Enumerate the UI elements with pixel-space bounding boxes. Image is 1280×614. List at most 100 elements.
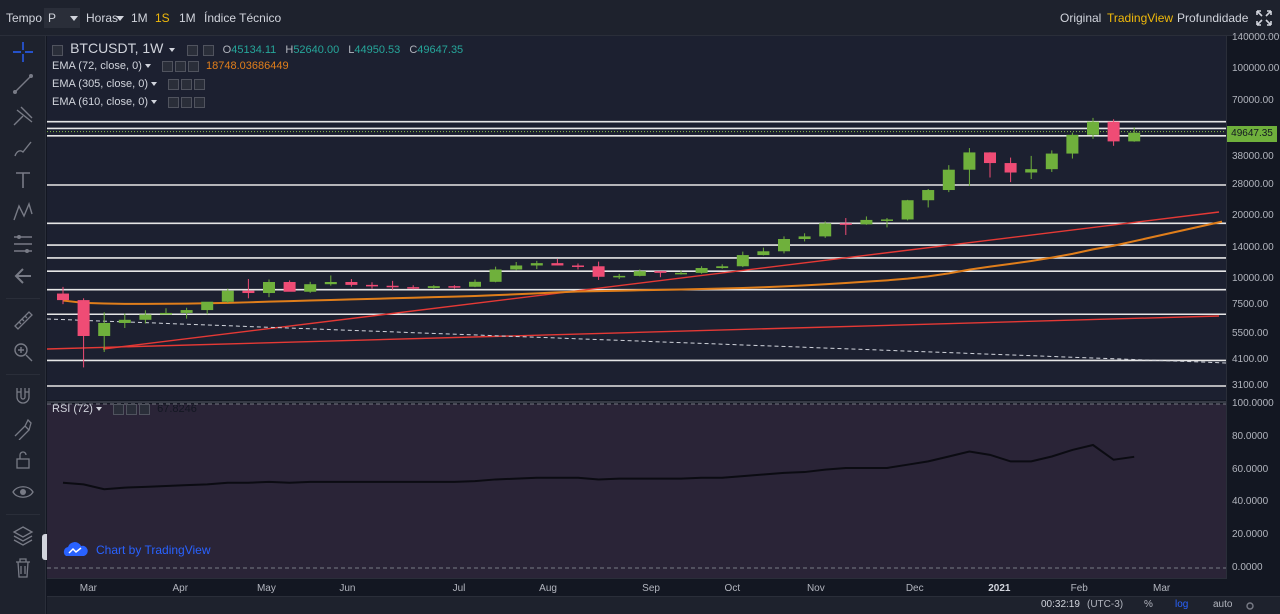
interval-1mo-button[interactable]: 1M: [175, 8, 200, 28]
interval-1m-button[interactable]: 1M: [127, 8, 152, 28]
lock-icon[interactable]: [11, 448, 35, 472]
open-label: O: [222, 44, 232, 56]
pitchfork-icon[interactable]: [11, 104, 35, 128]
rsi-settings-icon[interactable]: [126, 403, 138, 415]
trash-icon[interactable]: [11, 556, 35, 580]
open-value: 45134.11: [231, 44, 277, 56]
ema305-label[interactable]: EMA (305, close, 0): [52, 78, 148, 90]
fullscreen-icon[interactable]: [1256, 10, 1272, 26]
ema305-close-icon[interactable]: [194, 78, 206, 90]
price-chart[interactable]: [47, 36, 1227, 596]
rsi-tick-label: 100.0000: [1232, 398, 1274, 409]
symbol-title[interactable]: BTCUSDT, 1W: [70, 40, 163, 56]
ema610-eye-icon[interactable]: [168, 96, 180, 108]
trend-line-icon[interactable]: [11, 72, 35, 96]
candle-body: [324, 282, 337, 285]
candle-body: [633, 271, 646, 276]
candle-body: [963, 152, 976, 170]
candle-body: [757, 251, 770, 256]
pattern-icon[interactable]: [11, 200, 35, 224]
price-tick-label: 4100.00: [1232, 354, 1269, 366]
timezone[interactable]: (UTC-3): [1087, 599, 1123, 610]
view-depth-button[interactable]: Profundidade: [1173, 8, 1252, 28]
crosshair-icon[interactable]: [11, 40, 35, 64]
zoom-icon[interactable]: [11, 340, 35, 364]
candle-body: [592, 266, 605, 277]
view-tradingview-button[interactable]: TradingView: [1103, 8, 1177, 28]
price-tick-label: 70000.00: [1232, 95, 1274, 107]
ema72-chevron-down-icon[interactable]: [144, 64, 151, 69]
rsi-chevron-down-icon[interactable]: [95, 407, 102, 412]
rsi-tick-label: 60.0000: [1232, 463, 1269, 475]
ema305-settings-icon[interactable]: [181, 78, 193, 90]
log-scale-toggle[interactable]: log: [1175, 599, 1188, 610]
candle-body: [881, 219, 893, 221]
ema305-eye-icon[interactable]: [168, 78, 180, 90]
brush-icon[interactable]: [11, 136, 35, 160]
rsi-legend[interactable]: RSI (72) 67.8246: [52, 401, 197, 417]
high-value: 52640.00: [293, 44, 340, 56]
candle-body: [366, 284, 378, 287]
ema610-legend[interactable]: EMA (610, close, 0): [52, 94, 206, 110]
ema72-eye-icon[interactable]: [161, 60, 173, 72]
ema72-legend[interactable]: EMA (72, close, 0) 18748.03686449: [52, 58, 289, 74]
rsi-tick-label: 40.0000: [1232, 496, 1269, 508]
ema72-close-icon[interactable]: [187, 60, 199, 72]
auto-scale-toggle[interactable]: auto: [1213, 599, 1232, 610]
rsi-close-icon[interactable]: [139, 403, 151, 415]
percent-scale-toggle[interactable]: %: [1144, 599, 1153, 610]
ema610-close-icon[interactable]: [194, 96, 206, 108]
ruler-icon[interactable]: [11, 308, 35, 332]
candle-body: [654, 271, 667, 273]
candle-body: [283, 282, 296, 292]
ema72-label[interactable]: EMA (72, close, 0): [52, 60, 142, 72]
magnet-icon[interactable]: [11, 384, 35, 408]
time-tick-label: Apr: [172, 583, 189, 594]
chart-area[interactable]: [47, 36, 1227, 578]
bottom-bar: 00:32:19 (UTC-3) % log auto: [47, 596, 1280, 614]
candle-body: [716, 266, 729, 269]
price-tick-label: 140000.00: [1232, 32, 1280, 43]
settings-icon[interactable]: [202, 44, 214, 56]
toolbar-divider: [6, 374, 40, 375]
ema305-chevron-down-icon[interactable]: [151, 82, 157, 87]
candle-body: [1087, 121, 1099, 135]
rsi-label[interactable]: RSI (72): [52, 403, 93, 415]
price-tick-label: 7500.00: [1232, 299, 1269, 311]
watermark-text[interactable]: Chart by TradingView: [96, 543, 211, 557]
interval-1s-button[interactable]: 1S: [151, 8, 174, 28]
text-icon[interactable]: [11, 168, 35, 192]
view-original-button[interactable]: Original: [1056, 8, 1105, 28]
time-tick-label: Sep: [642, 583, 660, 594]
eye-toggle-icon[interactable]: [186, 44, 198, 56]
ema610-chevron-down-icon[interactable]: [151, 100, 157, 105]
collapse-legend-icon[interactable]: [52, 44, 63, 56]
price-tick-label: 28000.00: [1232, 178, 1274, 190]
candle-body: [1045, 153, 1058, 170]
price-tick-label: 100000.00: [1232, 62, 1280, 74]
tradingview-watermark[interactable]: Chart by TradingView: [62, 540, 211, 560]
settings-gear-icon[interactable]: [1245, 601, 1255, 611]
fib-retracement-icon[interactable]: [11, 232, 35, 256]
candle-body: [345, 282, 358, 285]
time-tick-label: Oct: [724, 583, 741, 594]
ema610-settings-icon[interactable]: [181, 96, 193, 108]
ema305-legend[interactable]: EMA (305, close, 0): [52, 76, 206, 92]
candle-body: [139, 314, 152, 320]
indicators-button[interactable]: Índice Técnico: [200, 8, 285, 28]
candle-body: [180, 310, 193, 313]
candle-body: [201, 301, 214, 311]
candle-body: [798, 236, 811, 240]
arrow-back-icon[interactable]: [11, 264, 35, 288]
candle-body: [1004, 163, 1017, 173]
layers-icon[interactable]: [11, 524, 35, 548]
symbol-chevron-down-icon[interactable]: [169, 48, 176, 53]
eye-icon[interactable]: [11, 480, 35, 504]
rsi-eye-icon[interactable]: [113, 403, 125, 415]
ema610-label[interactable]: EMA (610, close, 0): [52, 96, 148, 108]
ema72-settings-icon[interactable]: [174, 60, 186, 72]
price-axis-border: [1226, 36, 1227, 578]
candle-body: [530, 263, 543, 266]
candle-body: [551, 263, 564, 266]
drawing-mode-icon[interactable]: [11, 416, 35, 440]
